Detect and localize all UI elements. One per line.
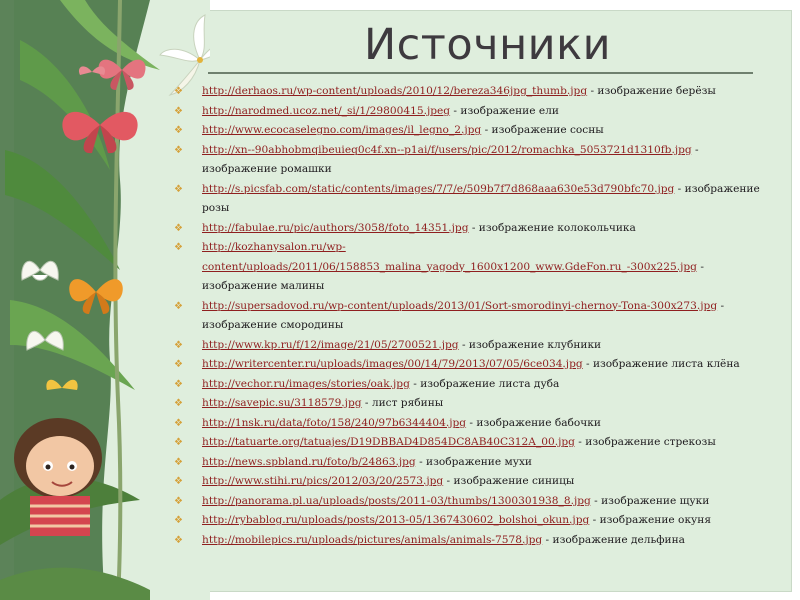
star-bullet-icon: ❖: [174, 242, 183, 253]
source-link[interactable]: http://tatuarte.org/tatuajes/D19DBBAD4D8…: [202, 436, 575, 448]
star-bullet-icon: ❖: [174, 534, 183, 546]
source-item: ❖ http://www.ecocaselegno.com/images/il_l…: [174, 121, 774, 141]
source-description: - лист рябины: [361, 397, 444, 409]
source-description: - изображение ели: [450, 104, 559, 117]
source-description: - изображение щуки: [590, 494, 710, 507]
source-link[interactable]: http://writercenter.ru/uploads/images/00…: [202, 358, 583, 370]
source-link[interactable]: http://kozhanysalon.ru/wp-content/upload…: [202, 241, 697, 273]
star-bullet-icon: ❖: [174, 456, 183, 468]
star-bullet-icon: ❖: [174, 86, 183, 97]
source-item: ❖ http://tatuarte.org/tatuajes/D19DBBAD4D…: [174, 433, 774, 453]
source-item: ❖ http://rybablog.ru/uploads/posts/2013-0…: [174, 511, 774, 531]
star-bullet-icon: ❖: [174, 476, 183, 487]
source-description: - изображение дельфина: [542, 533, 685, 546]
star-bullet-icon: ❖: [174, 437, 183, 448]
source-link[interactable]: http://news.spbland.ru/foto/b/24863.jpg: [202, 456, 416, 468]
source-link[interactable]: http://www.stihi.ru/pics/2012/03/20/2573…: [202, 475, 443, 487]
source-description: - изображение синицы: [443, 475, 575, 487]
source-link[interactable]: http://rybablog.ru/uploads/posts/2013-05…: [202, 514, 589, 526]
title-divider: [208, 72, 753, 74]
star-bullet-icon: ❖: [174, 183, 183, 195]
star-bullet-icon: ❖: [174, 515, 183, 526]
source-description: - изображение бабочки: [466, 416, 601, 429]
source-description: - изображение листа клёна: [582, 358, 740, 370]
source-description: - изображение окуня: [589, 514, 712, 526]
source-link[interactable]: http://vechor.ru/images/stories/oak.jpg: [202, 378, 410, 390]
source-item: ❖ http://s.picsfab.com/static/contents/im…: [174, 180, 774, 219]
slide: Источники ❖ http://derhaos.ru/wp-content/…: [0, 0, 800, 600]
source-item: ❖ http://writercenter.ru/uploads/images/0…: [174, 355, 774, 375]
source-item: ❖ http://mobilepics.ru/uploads/pictures/a…: [174, 531, 774, 551]
source-link[interactable]: http://1nsk.ru/data/foto/158/240/97b6344…: [202, 417, 466, 429]
source-item: ❖ http://panorama.pl.ua/uploads/posts/201…: [174, 492, 774, 512]
source-item: ❖ http://fabulae.ru/pic/authors/3058/foto…: [174, 219, 774, 239]
source-link[interactable]: http://s.picsfab.com/static/contents/ima…: [202, 183, 674, 195]
star-bullet-icon: ❖: [174, 105, 183, 117]
source-description: - изображение листа дуба: [409, 377, 560, 390]
source-description: - изображение сосны: [481, 124, 604, 136]
source-item: ❖ http://derhaos.ru/wp-content/uploads/20…: [174, 82, 774, 102]
source-link[interactable]: http://fabulae.ru/pic/authors/3058/foto_…: [202, 222, 468, 234]
source-item: ❖ http://supersadovod.ru/wp-content/uploa…: [174, 297, 774, 336]
star-bullet-icon: ❖: [174, 417, 183, 429]
source-item: ❖ http://kozhanysalon.ru/wp-content/uploa…: [174, 238, 774, 297]
source-link[interactable]: http://mobilepics.ru/uploads/pictures/an…: [202, 534, 542, 546]
page-title: Источники: [364, 20, 612, 70]
star-bullet-icon: ❖: [174, 339, 183, 351]
source-item: ❖ http://savepic.su/3118579.jpg - лист ря…: [174, 394, 774, 414]
source-description: - изображение клубники: [458, 338, 602, 351]
source-link[interactable]: http://xn--90abhobmqibeuieq0c4f.xn--p1ai…: [202, 144, 692, 156]
star-bullet-icon: ❖: [174, 144, 183, 156]
star-bullet-icon: ❖: [174, 222, 183, 234]
star-bullet-icon: ❖: [174, 398, 183, 409]
source-link[interactable]: http://narodmed.ucoz.net/_si/1/29800415.…: [202, 105, 450, 117]
source-item: ❖ http://1nsk.ru/data/foto/158/240/97b634…: [174, 414, 774, 434]
source-description: - изображение колокольчика: [468, 221, 636, 234]
source-link[interactable]: http://panorama.pl.ua/uploads/posts/2011…: [202, 495, 591, 507]
source-item: ❖ http://narodmed.ucoz.net/_si/1/29800415…: [174, 102, 774, 122]
source-link[interactable]: http://supersadovod.ru/wp-content/upload…: [202, 300, 717, 312]
source-item: ❖ http://news.spbland.ru/foto/b/24863.jpg…: [174, 453, 774, 473]
source-link[interactable]: http://www.ecocaselegno.com/images/il_le…: [202, 124, 481, 136]
star-bullet-icon: ❖: [174, 378, 183, 390]
star-bullet-icon: ❖: [174, 495, 183, 507]
star-bullet-icon: ❖: [174, 300, 183, 312]
source-item: ❖ http://www.stihi.ru/pics/2012/03/20/257…: [174, 472, 774, 492]
source-link[interactable]: http://savepic.su/3118579.jpg: [202, 397, 362, 409]
star-bullet-icon: ❖: [174, 125, 183, 136]
source-link[interactable]: http://derhaos.ru/wp-content/uploads/201…: [202, 85, 587, 97]
source-description: - изображение берёзы: [587, 85, 716, 97]
source-description: - изображение стрекозы: [574, 436, 716, 448]
source-list: ❖ http://derhaos.ru/wp-content/uploads/20…: [174, 82, 774, 550]
source-item: ❖ http://vechor.ru/images/stories/oak.jpg…: [174, 375, 774, 395]
source-item: ❖ http://xn--90abhobmqibeuieq0c4f.xn--p1a…: [174, 141, 774, 180]
star-bullet-icon: ❖: [174, 359, 183, 370]
source-description: - изображение мухи: [415, 455, 532, 468]
source-link[interactable]: http://www.kp.ru/f/12/image/21/05/270052…: [202, 339, 459, 351]
source-item: ❖ http://www.kp.ru/f/12/image/21/05/27005…: [174, 336, 774, 356]
